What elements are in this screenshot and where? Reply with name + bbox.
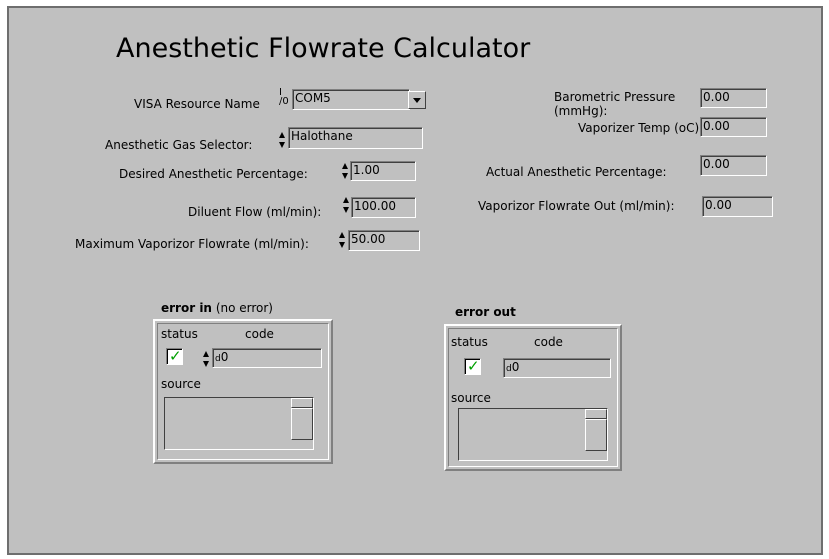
actual-percentage-label: Actual Anesthetic Percentage: (486, 165, 667, 179)
spin-arrows-icon[interactable] (203, 350, 210, 368)
error-in-source-scrollbar[interactable] (291, 398, 313, 449)
spin-arrows-icon[interactable] (342, 162, 349, 180)
vaporizor-flow-out-label: Vaporizor Flowrate Out (ml/min): (478, 199, 675, 213)
error-out-source-label: source (451, 391, 491, 405)
vaporizer-temp-value: 0.00 (703, 119, 730, 133)
vaporizer-temp-label: Vaporizer Temp (oC): (578, 121, 704, 135)
error-in-cluster: status code ✓ d0 source (153, 319, 333, 464)
error-out-source-scrollbar[interactable] (585, 409, 607, 460)
vaporizer-temp-field: 0.00 (700, 117, 767, 137)
error-out-code-field: d0 (503, 358, 611, 378)
barometric-pressure-field: 0.00 (700, 88, 767, 108)
error-out-code-value: 0 (511, 360, 520, 374)
desired-percentage-value: 1.00 (353, 163, 380, 177)
front-panel: Anesthetic Flowrate Calculator VISA Reso… (7, 6, 823, 555)
vaporizor-flow-out-field: 0.00 (702, 196, 773, 217)
chevron-down-icon[interactable] (408, 91, 426, 109)
scroll-up-button[interactable] (585, 409, 607, 419)
error-in-code-label: code (245, 327, 274, 341)
max-vaporizor-value: 50.00 (351, 232, 386, 246)
actual-percentage-value: 0.00 (703, 157, 730, 171)
diluent-flow-label: Diluent Flow (ml/min): (188, 205, 322, 219)
gas-selector-value: Halothane (291, 129, 353, 143)
error-out-title: error out (455, 305, 516, 319)
page-title: Anesthetic Flowrate Calculator (116, 33, 531, 64)
vaporizor-flow-out-value: 0.00 (705, 198, 732, 212)
error-in-source-label: source (161, 377, 201, 391)
error-in-status-checkbox[interactable]: ✓ (166, 348, 183, 365)
actual-percentage-field: 0.00 (700, 155, 767, 176)
error-out-source-field[interactable] (458, 408, 608, 461)
visa-resource-control[interactable]: I /0 COM5 (279, 88, 426, 112)
io-prefix-icon-bottom: /0 (279, 96, 289, 107)
error-out-cluster: status code ✓ d0 source (444, 324, 622, 471)
max-vaporizor-field[interactable]: 50.00 (348, 230, 420, 251)
error-in-source-field[interactable] (164, 397, 314, 450)
error-in-status-label: status (161, 327, 198, 341)
error-out-status-checkbox: ✓ (464, 358, 481, 375)
visa-resource-label: VISA Resource Name (134, 97, 260, 111)
check-icon: ✓ (467, 357, 480, 375)
error-in-subtitle: (no error) (215, 301, 273, 315)
visa-resource-value: COM5 (295, 91, 331, 105)
error-out-status-label: status (451, 335, 488, 349)
diluent-flow-field[interactable]: 100.00 (351, 197, 416, 218)
gas-selector-field[interactable]: Halothane (288, 127, 423, 149)
barometric-pressure-value: 0.00 (703, 90, 730, 104)
check-icon: ✓ (169, 347, 182, 365)
scroll-thumb[interactable] (585, 419, 607, 451)
scroll-up-button[interactable] (291, 398, 313, 408)
scroll-thumb[interactable] (291, 408, 313, 440)
error-in-code-field[interactable]: d0 (212, 348, 322, 368)
diluent-flow-value: 100.00 (354, 199, 396, 213)
error-out-code-label: code (534, 335, 563, 349)
error-in-code-value: 0 (220, 350, 229, 364)
barometric-pressure-label: Barometric Pressure (mmHg): (554, 90, 676, 118)
spin-arrows-icon[interactable] (343, 196, 350, 214)
error-in-title-text: error in (161, 301, 212, 315)
error-in-title: error in (no error) (161, 301, 273, 315)
desired-percentage-field[interactable]: 1.00 (350, 161, 416, 181)
desired-percentage-label: Desired Anesthetic Percentage: (119, 167, 308, 181)
max-vaporizor-label: Maximum Vaporizor Flowrate (ml/min): (75, 237, 309, 251)
visa-resource-field[interactable]: COM5 (292, 89, 410, 110)
gas-selector-label: Anesthetic Gas Selector: (105, 138, 253, 152)
spin-arrows-icon[interactable] (279, 131, 286, 149)
spin-arrows-icon[interactable] (339, 231, 346, 249)
